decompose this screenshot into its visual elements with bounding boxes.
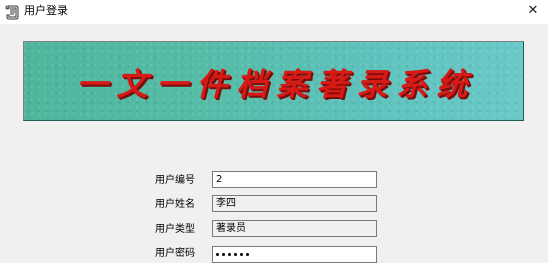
user-type-label: 用户类型 (155, 224, 195, 235)
password-dot (228, 252, 231, 256)
password-dot (246, 252, 249, 256)
user-name-field: 李四 (212, 195, 377, 212)
password-dot (222, 252, 225, 256)
password-label: 用户密码 (155, 248, 195, 259)
document-scroll-icon (5, 5, 19, 20)
window-title: 用户登录 (24, 4, 68, 17)
system-banner: 一文一件档案著录系统 (23, 41, 524, 121)
close-icon: ✕ (527, 3, 539, 18)
close-button[interactable]: ✕ (518, 0, 548, 24)
title-bar: 用户登录 ✕ (0, 0, 548, 24)
user-id-label: 用户编号 (155, 175, 195, 186)
user-id-input[interactable]: 2 (212, 171, 377, 188)
banner-title: 一文一件档案著录系统 (76, 66, 477, 103)
user-type-field: 著录员 (212, 220, 377, 237)
password-dot (234, 252, 237, 256)
password-dot (240, 252, 243, 256)
user-name-label: 用户姓名 (155, 199, 195, 210)
password-dot (216, 252, 219, 256)
